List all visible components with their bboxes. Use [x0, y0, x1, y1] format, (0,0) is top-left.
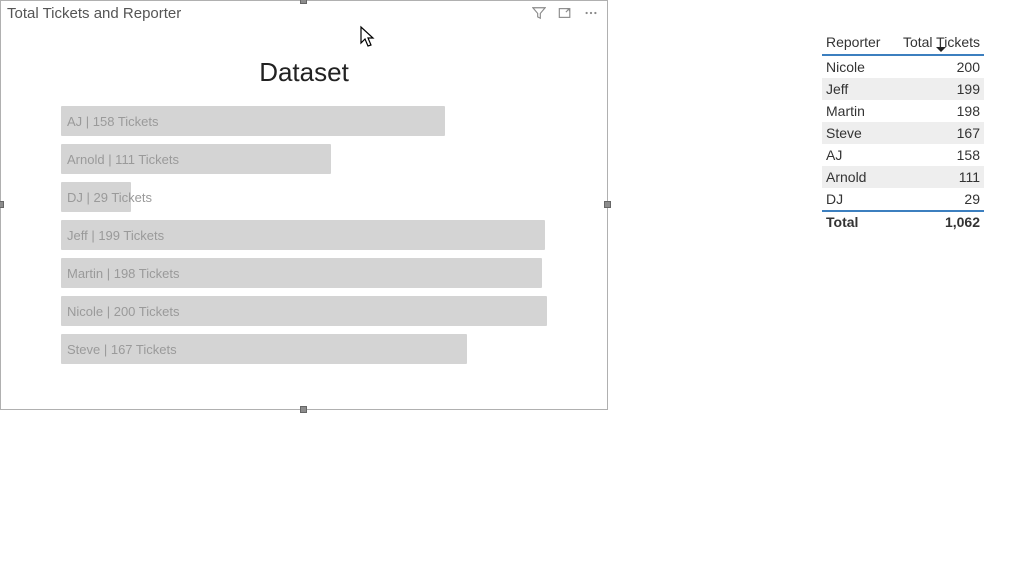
more-options-icon[interactable]	[583, 5, 599, 21]
cell-tickets: 158	[932, 147, 980, 163]
resize-handle-left[interactable]	[0, 201, 4, 208]
cell-tickets: 198	[932, 103, 980, 119]
cell-reporter: DJ	[826, 191, 843, 207]
focus-mode-icon[interactable]	[557, 5, 573, 21]
bar-row[interactable]: Nicole | 200 Tickets	[61, 296, 547, 326]
cell-tickets: 29	[932, 191, 980, 207]
bar-label: Nicole | 200 Tickets	[67, 296, 179, 326]
visual-header-icons	[531, 5, 603, 21]
bar-label: DJ | 29 Tickets	[67, 182, 152, 212]
filter-icon[interactable]	[531, 5, 547, 21]
data-table[interactable]: Reporter Total Tickets Nicole 200 Jeff 199 M…	[822, 30, 984, 232]
cell-tickets: 200	[932, 59, 980, 75]
table-row[interactable]: DJ 29	[822, 188, 984, 210]
bar-row[interactable]: Martin | 198 Tickets	[61, 258, 547, 288]
sort-indicator-icon	[936, 47, 946, 52]
bar-row[interactable]: Jeff | 199 Tickets	[61, 220, 547, 250]
visual-title: Total Tickets and Reporter	[5, 5, 181, 22]
resize-handle-top[interactable]	[300, 0, 307, 4]
bar-label: Jeff | 199 Tickets	[67, 220, 164, 250]
bar-row[interactable]: DJ | 29 Tickets	[61, 182, 547, 212]
total-label: Total	[826, 214, 858, 230]
cell-tickets: 167	[932, 125, 980, 141]
bar-label: Martin | 198 Tickets	[67, 258, 179, 288]
resize-handle-right[interactable]	[604, 201, 611, 208]
col-header-reporter[interactable]: Reporter	[826, 34, 880, 50]
total-value: 1,062	[932, 214, 980, 230]
table-header: Reporter Total Tickets	[822, 30, 984, 56]
table-total-row: Total 1,062	[822, 210, 984, 232]
resize-handle-bottom[interactable]	[300, 406, 307, 413]
bar-label: Steve | 167 Tickets	[67, 334, 177, 364]
cell-tickets: 111	[932, 169, 980, 185]
table-row[interactable]: Martin 198	[822, 100, 984, 122]
table-row[interactable]: Arnold 111	[822, 166, 984, 188]
cell-reporter: Nicole	[826, 59, 865, 75]
cursor-icon	[359, 25, 377, 49]
cell-reporter: Steve	[826, 125, 862, 141]
bar-label: Arnold | 111 Tickets	[67, 144, 179, 174]
table-row[interactable]: AJ 158	[822, 144, 984, 166]
bar-row[interactable]: Steve | 167 Tickets	[61, 334, 547, 364]
table-row[interactable]: Jeff 199	[822, 78, 984, 100]
cell-reporter: Arnold	[826, 169, 866, 185]
cell-tickets: 199	[932, 81, 980, 97]
table-row[interactable]: Steve 167	[822, 122, 984, 144]
cell-reporter: AJ	[826, 147, 842, 163]
table-row[interactable]: Nicole 200	[822, 56, 984, 78]
visual-header: Total Tickets and Reporter	[1, 1, 607, 25]
bar-chart-visual[interactable]: Total Tickets and Reporter Dataset AJ | …	[0, 0, 608, 410]
bar-chart-area: AJ | 158 Tickets Arnold | 111 Tickets DJ |…	[1, 106, 607, 364]
chart-title: Dataset	[1, 57, 607, 88]
bar-label: AJ | 158 Tickets	[67, 106, 159, 136]
bar-row[interactable]: AJ | 158 Tickets	[61, 106, 547, 136]
col-header-total-tickets[interactable]: Total Tickets	[903, 34, 980, 50]
bar-row[interactable]: Arnold | 111 Tickets	[61, 144, 547, 174]
cell-reporter: Martin	[826, 103, 865, 119]
cell-reporter: Jeff	[826, 81, 848, 97]
